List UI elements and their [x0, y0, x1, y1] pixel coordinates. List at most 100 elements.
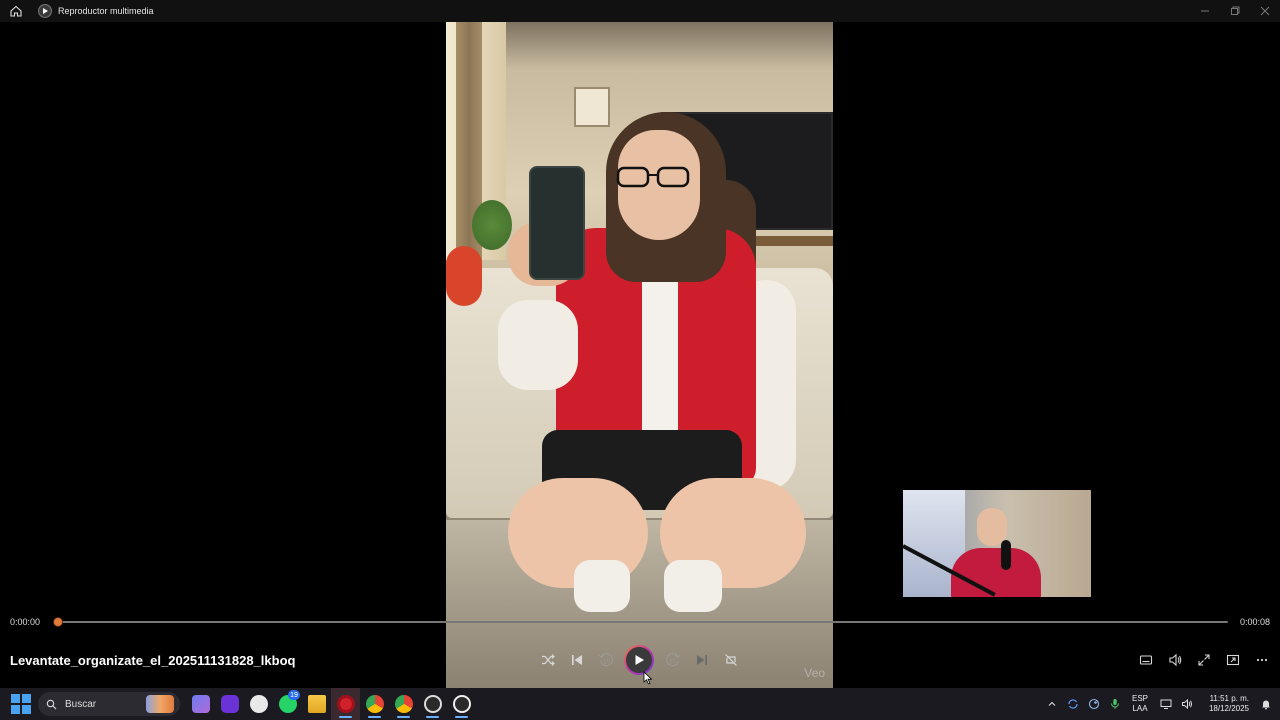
next-icon: [696, 655, 707, 665]
tray-network[interactable]: [1155, 688, 1176, 720]
home-icon: [10, 5, 22, 17]
seek-thumb[interactable]: [53, 617, 63, 627]
media-player-icon: [452, 695, 471, 713]
current-time: 0:00:00: [10, 617, 41, 627]
restore-icon: [1231, 6, 1240, 15]
windows-logo-icon: [11, 694, 20, 703]
play-icon: [635, 655, 644, 665]
tray-volume[interactable]: [1176, 688, 1197, 720]
shuffle-button[interactable]: [533, 643, 562, 677]
minimize-button[interactable]: [1190, 0, 1220, 22]
window-controls: [1190, 0, 1280, 22]
search-highlight-icon: [146, 695, 174, 713]
taskbar-search[interactable]: Buscar: [38, 692, 180, 716]
tray-microphone[interactable]: [1104, 688, 1125, 720]
subtitles-button[interactable]: [1131, 643, 1160, 677]
search-icon: [46, 699, 57, 709]
volume-icon: [1168, 653, 1181, 667]
taskbar-app-chrome[interactable]: [360, 688, 389, 720]
rewind-10-button[interactable]: 10: [591, 643, 620, 677]
forward-30-button[interactable]: 30: [658, 643, 687, 677]
start-button[interactable]: [10, 693, 32, 715]
taskbar-app-file-explorer[interactable]: [302, 688, 331, 720]
sync-icon: [1067, 699, 1078, 709]
play-button-inner: [626, 647, 652, 673]
video-stage[interactable]: Veo: [0, 0, 1280, 688]
control-bar: Levantate_organizate_el_202511131828_lkb…: [0, 634, 1280, 688]
video-glasses: [616, 166, 690, 188]
steam-icon: [1088, 698, 1099, 710]
close-button[interactable]: [1250, 0, 1280, 22]
chevron-up-icon: [1048, 701, 1055, 706]
copilot-icon: [191, 695, 210, 713]
whatsapp-badge: 19: [288, 690, 300, 700]
video-toy: [446, 246, 482, 306]
video-frame[interactable]: Veo: [446, 0, 833, 688]
total-time: 0:00:08: [1239, 617, 1270, 627]
subtitles-icon: [1139, 655, 1152, 665]
fullscreen-button[interactable]: [1189, 643, 1218, 677]
webcam-person-body: [951, 548, 1041, 597]
keyboard-layout: LAA: [1132, 704, 1148, 713]
timeline: 0:00:00 0:00:08: [0, 610, 1280, 634]
clipchamp-icon: [249, 695, 268, 713]
fullscreen-icon: [1197, 654, 1210, 666]
system-tray: ESP LAA 11:51 p. m. 18/12/2025: [1041, 688, 1280, 720]
miniplayer-icon: [1226, 654, 1239, 666]
webcam-overlay: [903, 490, 1091, 597]
minimize-icon: [1201, 10, 1209, 12]
taskbar-app-obs[interactable]: [418, 688, 447, 720]
seek-bar[interactable]: [57, 621, 1228, 623]
repeat-off-icon: [724, 654, 737, 666]
shuffle-icon: [541, 654, 555, 666]
language-code: ESP: [1131, 694, 1148, 703]
webcam-microphone: [1001, 540, 1011, 570]
taskbar-app-twitch[interactable]: [215, 688, 244, 720]
close-icon: [1260, 6, 1270, 16]
rewind-10-label: 10: [603, 660, 610, 666]
monitor-network-icon: [1160, 699, 1171, 709]
miniplayer-button[interactable]: [1218, 643, 1247, 677]
previous-button[interactable]: [562, 643, 591, 677]
secondary-controls: [1131, 643, 1276, 677]
tray-overflow-button[interactable]: [1041, 688, 1062, 720]
taskbar: Buscar 19 ESP LAA 11:51 p. m. 18/12/2025: [0, 688, 1280, 720]
taskbar-app-clipchamp[interactable]: [244, 688, 273, 720]
volume-button[interactable]: [1160, 643, 1189, 677]
forward-30-label: 30: [669, 660, 676, 666]
microphone-icon: [1110, 699, 1119, 709]
window-title: Reproductor multimedia: [58, 6, 154, 16]
video-plant: [472, 200, 512, 250]
video-picture-frame: [574, 87, 610, 127]
tray-sync[interactable]: [1062, 688, 1083, 720]
more-icon: [1256, 658, 1267, 662]
webcam-person: [951, 508, 1041, 597]
taskbar-app-whatsapp[interactable]: 19: [273, 688, 302, 720]
taskbar-app-copilot[interactable]: [186, 688, 215, 720]
obs-icon: [423, 695, 442, 713]
speaker-icon: [1181, 698, 1192, 710]
chrome-profile-icon: [394, 695, 413, 713]
taskbar-clock[interactable]: 11:51 p. m. 18/12/2025: [1197, 694, 1249, 714]
input-language[interactable]: ESP LAA: [1125, 694, 1155, 714]
taskbar-app-opera[interactable]: [331, 688, 360, 720]
mouse-cursor-icon: [643, 671, 653, 685]
file-explorer-icon: [307, 695, 326, 713]
taskbar-app-chrome-profile[interactable]: [389, 688, 418, 720]
search-placeholder: Buscar: [65, 698, 97, 710]
tray-notifications[interactable]: [1255, 688, 1276, 720]
next-button[interactable]: [687, 643, 716, 677]
clock-time: 11:51 p. m.: [1209, 694, 1249, 703]
home-button[interactable]: [0, 0, 32, 22]
notification-bell-icon: [1261, 700, 1270, 710]
maximize-button[interactable]: [1220, 0, 1250, 22]
title-bar: Reproductor multimedia: [0, 0, 1280, 22]
forward-30-icon: 30: [665, 653, 680, 667]
repeat-button[interactable]: [716, 643, 745, 677]
video-shoe-left: [574, 560, 630, 612]
clock-date: 18/12/2025: [1208, 704, 1249, 713]
tray-steam[interactable]: [1083, 688, 1104, 720]
more-options-button[interactable]: [1247, 643, 1276, 677]
opera-icon: [336, 695, 355, 713]
taskbar-app-media-player[interactable]: [447, 688, 476, 720]
